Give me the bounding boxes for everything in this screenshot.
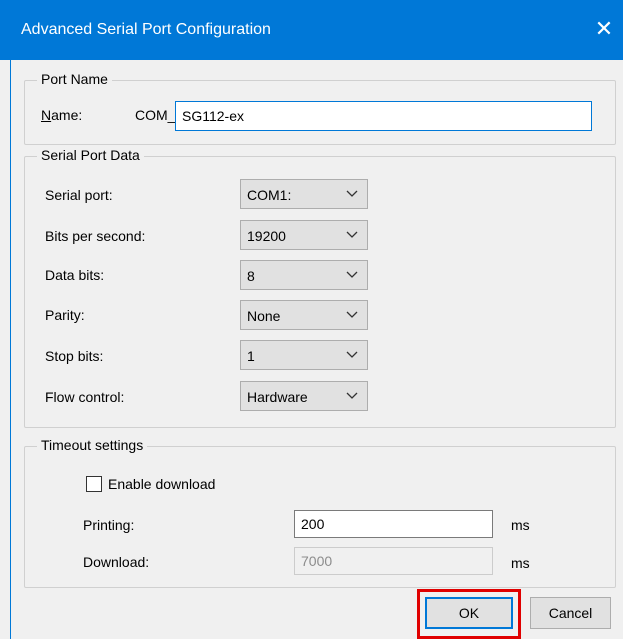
stop-bits-label: Stop bits: bbox=[45, 348, 104, 364]
download-input bbox=[294, 547, 493, 575]
chevron-down-icon bbox=[346, 190, 358, 197]
chevron-down-icon bbox=[346, 351, 358, 358]
printing-input[interactable] bbox=[294, 510, 493, 538]
port-name-legend: Port Name bbox=[37, 71, 112, 87]
stop-bits-value: 1 bbox=[247, 348, 255, 364]
title-bar: Advanced Serial Port Configuration ✕ bbox=[0, 0, 623, 60]
chevron-down-icon bbox=[346, 392, 358, 399]
port-name-group: Port Name Name: COM_ bbox=[24, 71, 616, 145]
bits-per-second-select[interactable]: 19200 bbox=[240, 220, 368, 250]
parity-select[interactable]: None bbox=[240, 300, 368, 330]
printing-unit: ms bbox=[511, 517, 530, 533]
dialog-body: Port Name Name: COM_ Serial Port Data Se… bbox=[10, 60, 623, 639]
serial-port-value: COM1: bbox=[247, 187, 292, 203]
name-label-accel: N bbox=[41, 107, 52, 123]
cancel-button[interactable]: Cancel bbox=[530, 597, 611, 629]
name-label-rest: ame: bbox=[51, 107, 83, 123]
data-bits-select[interactable]: 8 bbox=[240, 260, 368, 290]
timeout-settings-group: Timeout settings Enable download Printin… bbox=[24, 437, 616, 588]
data-bits-label: Data bits: bbox=[45, 267, 105, 283]
ok-button[interactable]: OK bbox=[425, 597, 513, 629]
flow-control-value: Hardware bbox=[247, 389, 308, 405]
chevron-down-icon bbox=[346, 271, 358, 278]
printing-label: Printing: bbox=[83, 517, 135, 533]
serial-port-data-legend: Serial Port Data bbox=[37, 147, 144, 163]
download-label: Download: bbox=[83, 554, 150, 570]
timeout-settings-legend: Timeout settings bbox=[37, 437, 148, 453]
close-icon[interactable]: ✕ bbox=[591, 14, 617, 44]
com-prefix: COM_ bbox=[135, 107, 176, 123]
flow-control-select[interactable]: Hardware bbox=[240, 381, 368, 411]
bits-per-second-label: Bits per second: bbox=[45, 228, 146, 244]
parity-value: None bbox=[247, 308, 281, 324]
window-title: Advanced Serial Port Configuration bbox=[21, 21, 271, 38]
data-bits-value: 8 bbox=[247, 268, 255, 284]
enable-download-label[interactable]: Enable download bbox=[108, 476, 215, 492]
enable-download-checkbox[interactable] bbox=[86, 476, 102, 492]
flow-control-label: Flow control: bbox=[45, 389, 125, 405]
serial-port-data-group: Serial Port Data Serial port: COM1: Bits… bbox=[24, 147, 616, 428]
chevron-down-icon bbox=[346, 231, 358, 238]
chevron-down-icon bbox=[346, 311, 358, 318]
stop-bits-select[interactable]: 1 bbox=[240, 340, 368, 370]
bits-per-second-value: 19200 bbox=[247, 228, 286, 244]
parity-label: Parity: bbox=[45, 307, 85, 323]
port-name-input[interactable] bbox=[175, 101, 592, 131]
serial-port-label: Serial port: bbox=[45, 187, 113, 203]
serial-port-select[interactable]: COM1: bbox=[240, 179, 368, 209]
name-label: Name: bbox=[41, 107, 82, 123]
download-unit: ms bbox=[511, 555, 530, 571]
